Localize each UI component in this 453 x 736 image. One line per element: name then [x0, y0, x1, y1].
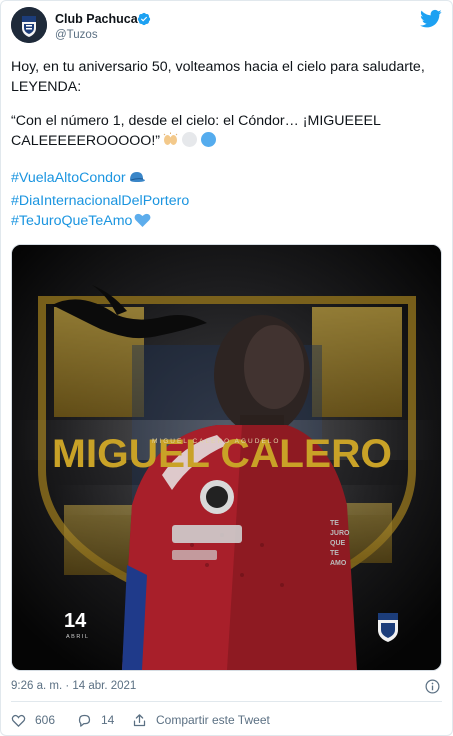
tweet-line-2: “Con el número 1, desde el cielo: el Cón… — [11, 111, 441, 154]
banner-small-text: MIGUEL CALERO AGUDELO — [152, 438, 280, 445]
tweet-card: Club Pachuca @Tuzos Hoy, en tu aniversar… — [0, 0, 453, 736]
reply-icon — [78, 714, 91, 727]
date-day-text: 14 — [64, 610, 87, 632]
blue-cap-emoji-icon — [128, 170, 146, 191]
divider — [11, 701, 442, 702]
blue-circle-emoji-icon — [200, 131, 217, 154]
tweet-text: Hoy, en tu aniversario 50, volteamos hac… — [11, 57, 441, 234]
tweet-line-1: Hoy, en tu aniversario 50, volteamos hac… — [11, 59, 425, 95]
info-icon[interactable] — [425, 679, 440, 694]
hashtag-line-3: #TeJuroQueTeAmo — [11, 211, 441, 234]
svg-text:TE: TE — [330, 520, 339, 527]
tweet-timestamp[interactable]: 9:26 a. m. · 14 abr. 2021 — [11, 680, 136, 692]
reply-count: 14 — [101, 713, 115, 727]
blue-heart-emoji-icon — [134, 212, 151, 234]
player-name-banner: MIGUEL CALERO MIGUEL CALERO AGUDELO — [52, 432, 392, 476]
heart-icon — [11, 714, 26, 727]
tweet-meta: 9:26 a. m. · 14 abr. 2021 — [11, 679, 442, 696]
hashtag-line-1: #VuelaAltoCondor — [11, 168, 441, 191]
share-icon — [133, 713, 146, 726]
white-circle-emoji-icon — [181, 131, 198, 154]
avatar[interactable] — [11, 7, 47, 43]
author-name[interactable]: Club Pachuca — [55, 12, 138, 26]
verified-badge-icon — [137, 12, 151, 26]
svg-text:QUE: QUE — [330, 540, 346, 547]
hashtag-link[interactable]: #DiaInternacionalDelPortero — [11, 193, 189, 209]
hashtag-link[interactable]: #VuelaAltoCondor — [11, 170, 126, 186]
tweet-header: Club Pachuca @Tuzos — [11, 7, 444, 47]
svg-text:JURO: JURO — [330, 530, 350, 537]
tweet-media-image[interactable]: MIGUEL CALERO MIGUEL CALERO AGUDELO TE J… — [11, 244, 442, 671]
svg-text:TE: TE — [330, 550, 339, 557]
like-count: 606 — [35, 713, 56, 727]
author-handle[interactable]: @Tuzos — [55, 29, 98, 41]
share-label: Compartir este Tweet — [156, 713, 270, 727]
date-month-text: ABRIL — [66, 634, 89, 640]
club-crest-icon — [11, 7, 47, 43]
reply-button[interactable]: 14 — [77, 710, 114, 730]
twitter-bird-icon[interactable] — [420, 9, 442, 29]
share-button[interactable]: Compartir este Tweet — [132, 710, 270, 730]
hashtag-link[interactable]: #TeJuroQueTeAmo — [11, 213, 132, 229]
svg-text:AMO: AMO — [330, 560, 347, 567]
hashtag-line-2: #DiaInternacionalDelPortero — [11, 191, 441, 211]
tweet-actions: 606 14 Compartir este Tweet — [11, 710, 442, 730]
raising-hands-emoji-icon — [162, 131, 179, 154]
like-button[interactable]: 606 — [11, 710, 55, 730]
